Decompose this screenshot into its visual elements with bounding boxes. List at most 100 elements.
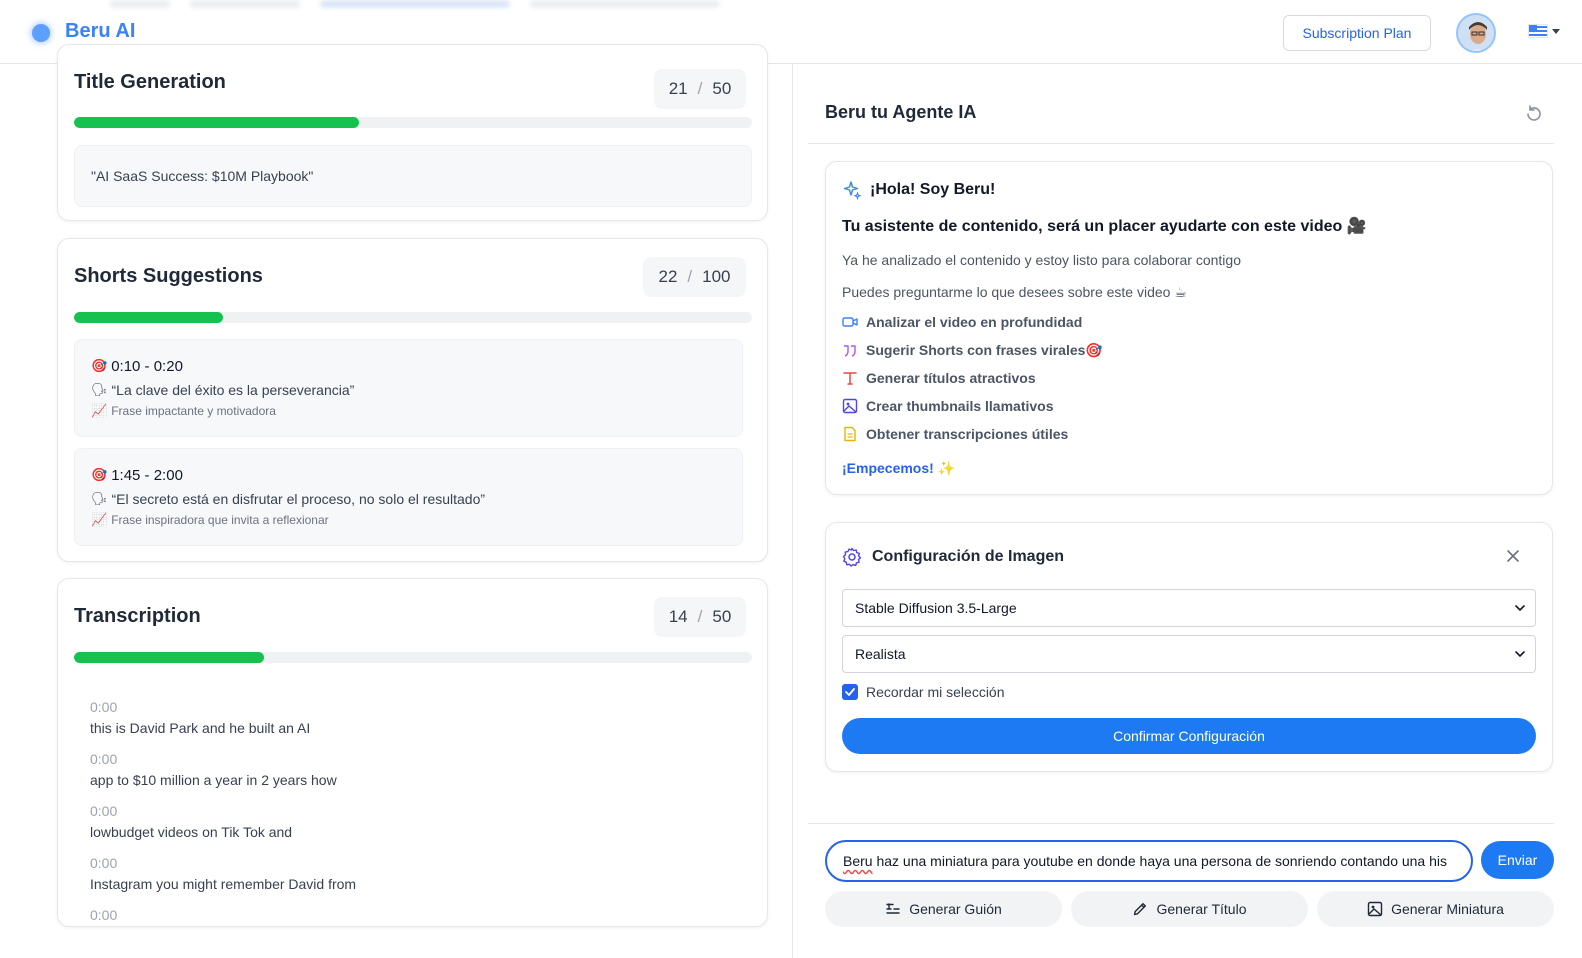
gear-icon (842, 547, 862, 567)
transcript-timestamp: 0:00 (90, 699, 118, 715)
app-name[interactable]: Beru AI (65, 20, 135, 43)
action-label: Generar Guión (909, 901, 1002, 917)
transcript-line: this is David Park and he built an AI (90, 720, 311, 736)
welcome-paragraph: Ya he analizado el contenido y estoy lis… (842, 252, 1241, 268)
chart-increasing-icon: 📈 (91, 512, 108, 528)
feature-label: Sugerir Shorts con frases virales🎯 (866, 342, 1103, 358)
transcript-timestamp: 0:00 (90, 803, 118, 819)
remember-selection-checkbox[interactable]: Recordar mi selección (842, 684, 1005, 700)
short-note: Frase inspiradora que invita a reflexion… (111, 513, 329, 527)
config-title-text: Configuración de Imagen (872, 548, 1065, 565)
chart-increasing-icon: 📈 (91, 403, 108, 419)
chevron-down-icon (1515, 605, 1525, 612)
speaking-head-icon: 🗣 (91, 491, 108, 507)
config-title: Configuración de Imagen (842, 547, 1064, 567)
chat-input-text: haz una miniatura para youtube en donde … (872, 853, 1448, 869)
card-title: Title Generation (74, 71, 226, 93)
style-select[interactable]: Realista (842, 635, 1536, 673)
lets-start-text: ¡Empecemos! ✨ (842, 460, 956, 476)
chat-input[interactable]: Beru haz una miniatura para youtube en d… (825, 840, 1473, 882)
transcript-timestamp: 0:00 (90, 751, 118, 767)
logo-icon (32, 24, 50, 42)
usage-count: 14 (668, 607, 688, 626)
type-icon (843, 372, 857, 385)
checkmark-icon[interactable] (842, 684, 858, 700)
card-title: Transcription (74, 605, 201, 627)
style-select-value: Realista (855, 646, 906, 662)
sparkles-icon (843, 181, 862, 200)
transcription-list[interactable]: 0:00 this is David Park and he built an … (90, 697, 730, 926)
transcript-timestamp: 0:00 (90, 855, 118, 871)
usage-limit: 100 (702, 267, 731, 286)
short-note: Frase impactante y motivadora (111, 404, 276, 418)
welcome-message-card: ¡Hola! Soy Beru! Tu asistente de conteni… (825, 161, 1553, 495)
usage-limit: 50 (712, 607, 732, 626)
usage-counter: 14/50 (654, 597, 746, 637)
document-icon (844, 426, 856, 442)
welcome-subtitle: Tu asistente de contenido, será un place… (842, 218, 1367, 235)
generate-thumbnail-button[interactable]: Generar Miniatura (1317, 891, 1554, 927)
generate-script-button[interactable]: Generar Guión (825, 891, 1062, 927)
left-panel: Title Generation 21/50 "AI SaaS Success:… (0, 44, 792, 958)
generate-title-button[interactable]: Generar Título (1071, 891, 1308, 927)
reset-chat-icon[interactable] (1524, 104, 1544, 124)
chat-input-misspelled-word: Beru (843, 853, 873, 869)
transcript-timestamp: 0:00 (90, 907, 118, 923)
image-icon (1367, 901, 1383, 917)
title-generation-card: Title Generation 21/50 "AI SaaS Success:… (57, 44, 768, 221)
greeting: ¡Hola! Soy Beru! (842, 180, 995, 200)
agent-panel-title: Beru tu Agente IA (825, 102, 977, 122)
short-suggestion-item[interactable]: 🎯 1:45 - 2:00 🗣 “El secreto está en disfru… (74, 448, 743, 546)
usage-counter: 22/100 (643, 257, 746, 297)
shorts-suggestions-card: Shorts Suggestions 22/100 🎯 0:10 - 0:20 🗣… (57, 238, 768, 562)
feature-transcriptions: Obtener transcripciones útiles (842, 426, 1068, 442)
action-label: Generar Título (1156, 901, 1247, 917)
feature-analyze: Analizar el video en profundidad (842, 314, 1082, 330)
model-select[interactable]: Stable Diffusion 3.5-Large (842, 589, 1536, 627)
confirm-config-button[interactable]: Confirmar Configuración (842, 718, 1536, 754)
video-icon (842, 317, 858, 327)
send-button[interactable]: Enviar (1481, 841, 1554, 879)
short-time-range: 1:45 - 2:00 (111, 466, 183, 484)
chat-divider (808, 823, 1554, 824)
close-icon[interactable] (1506, 549, 1520, 563)
feature-label: Analizar el video en profundidad (866, 314, 1083, 330)
agent-header-divider (808, 143, 1554, 144)
blurred-tabs (110, 0, 750, 10)
short-phrase: “La clave del éxito es la perseverancia” (111, 382, 355, 398)
speaking-head-icon: 🗣 (91, 382, 108, 398)
image-icon (842, 398, 858, 414)
usage-limit: 50 (712, 79, 732, 98)
usage-progress-bar (74, 117, 752, 128)
remember-selection-label: Recordar mi selección (866, 684, 1005, 700)
short-time-range: 0:10 - 0:20 (111, 357, 183, 375)
usage-counter: 21/50 (654, 69, 746, 109)
model-select-value: Stable Diffusion 3.5-Large (855, 600, 1017, 616)
transcript-line: lowbudget videos on Tik Tok and (90, 824, 293, 840)
script-icon (886, 903, 900, 914)
short-suggestion-item[interactable]: 🎯 0:10 - 0:20 🗣 “La clave del éxito es la … (74, 339, 743, 437)
action-label: Generar Miniatura (1391, 901, 1504, 917)
target-icon: 🎯 (91, 467, 108, 483)
feature-label: Generar títulos atractivos (866, 370, 1036, 386)
target-icon: 🎯 (91, 358, 108, 374)
user-avatar[interactable] (1456, 13, 1496, 53)
feature-thumbnails: Crear thumbnails llamativos (842, 398, 1054, 414)
transcript-line: app to $10 million a year in 2 years how (90, 772, 337, 788)
usage-progress-bar (74, 652, 752, 663)
pencil-icon (1134, 903, 1147, 916)
feature-titles: Generar títulos atractivos (842, 370, 1036, 386)
usage-count: 21 (668, 79, 688, 98)
welcome-paragraph: Puedes preguntarme lo que desees sobre e… (842, 284, 1187, 300)
transcript-line (90, 925, 730, 926)
language-selector[interactable] (1528, 24, 1560, 38)
short-phrase: “El secreto está en disfrutar el proceso… (111, 491, 486, 507)
greek-flag-icon (1528, 24, 1548, 38)
title-suggestion[interactable]: "AI SaaS Success: $10M Playbook" (74, 145, 752, 207)
subscription-plan-button[interactable]: Subscription Plan (1283, 15, 1431, 51)
quote-icon (844, 344, 856, 357)
usage-progress-bar (74, 312, 752, 323)
usage-count: 22 (658, 267, 678, 286)
feature-shorts: Sugerir Shorts con frases virales🎯 (842, 342, 1103, 359)
feature-label: Crear thumbnails llamativos (866, 398, 1054, 414)
